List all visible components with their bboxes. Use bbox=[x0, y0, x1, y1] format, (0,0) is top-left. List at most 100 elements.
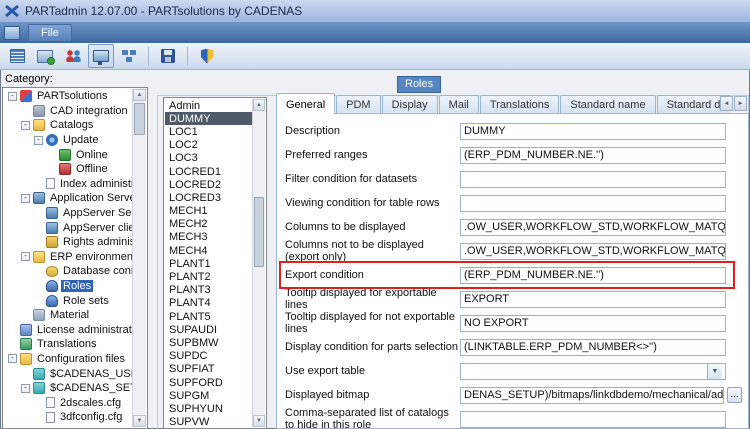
tooltip-displayed-for-not-exportable-lines-input[interactable]: NO EXPORT bbox=[460, 314, 726, 332]
tab-standard-designation[interactable]: Standard designation bbox=[656, 95, 730, 114]
collapse-expander-icon[interactable]: - bbox=[21, 120, 30, 130]
save-button[interactable] bbox=[155, 44, 181, 68]
toolbar bbox=[0, 43, 750, 70]
role-item-locred1[interactable]: LOCRED1 bbox=[165, 165, 252, 178]
tree-item-cad-integration[interactable]: CAD integration bbox=[4, 104, 132, 119]
scroll-up-button[interactable]: ▲ bbox=[133, 89, 146, 101]
tree-item-roles[interactable]: Roles bbox=[4, 279, 132, 294]
tree-item-translations[interactable]: Translations bbox=[4, 337, 132, 352]
role-item-supbmw[interactable]: SUPBMW bbox=[165, 336, 252, 349]
collapse-expander-icon[interactable]: - bbox=[8, 91, 17, 101]
viewing-condition-for-table-rows-input[interactable] bbox=[460, 194, 726, 212]
tree-item-online[interactable]: Online bbox=[4, 147, 132, 162]
use-export-table-input[interactable]: ▼ bbox=[460, 362, 726, 380]
transfer-button[interactable] bbox=[32, 44, 58, 68]
tab-pdm[interactable]: PDM bbox=[336, 95, 381, 114]
scroll-down-button[interactable]: ▼ bbox=[253, 415, 265, 427]
tree-item-catalogs[interactable]: - Catalogs bbox=[4, 118, 132, 133]
role-item-loc1[interactable]: LOC1 bbox=[165, 125, 252, 138]
tree-item-2dscales-cfg[interactable]: 2dscales.cfg bbox=[4, 395, 132, 410]
tree-item-index-administration[interactable]: Index administration bbox=[4, 177, 132, 192]
tree-item-appserver-client[interactable]: AppServer client bbox=[4, 220, 132, 235]
tree-item-erp-environment[interactable]: - ERP environment bbox=[4, 250, 132, 265]
filter-condition-for-datasets-input[interactable] bbox=[460, 170, 726, 188]
role-item-supfiat[interactable]: SUPFIAT bbox=[165, 363, 252, 376]
tree-item-offline[interactable]: Offline bbox=[4, 162, 132, 177]
collapse-expander-icon[interactable]: - bbox=[21, 193, 30, 203]
tree-item-license-administration[interactable]: License administration bbox=[4, 323, 132, 338]
collapse-expander-icon[interactable]: - bbox=[21, 383, 30, 393]
tab-display[interactable]: Display bbox=[381, 95, 438, 114]
scrollbar-thumb[interactable] bbox=[254, 197, 264, 267]
role-item-admin[interactable]: Admin bbox=[165, 99, 252, 112]
role-item-supvw[interactable]: SUPVW bbox=[165, 416, 252, 427]
display-condition-for-parts-selection-input[interactable]: (LINKTABLE.ERP_PDM_NUMBER<>'') bbox=[460, 338, 726, 356]
tree-scrollbar[interactable]: ▲ ▼ bbox=[132, 89, 146, 427]
description-input[interactable]: DUMMY bbox=[460, 122, 726, 140]
role-item-mech4[interactable]: MECH4 bbox=[165, 244, 252, 257]
role-item-loc2[interactable]: LOC2 bbox=[165, 139, 252, 152]
role-item-supford[interactable]: SUPFORD bbox=[165, 376, 252, 389]
role-item-plant2[interactable]: PLANT2 bbox=[165, 270, 252, 283]
form-row-preferred-ranges: Preferred ranges (ERP_PDM_NUMBER.NE.'') bbox=[277, 143, 748, 167]
tab-general[interactable]: General bbox=[276, 93, 336, 114]
catalog-stack-button[interactable] bbox=[4, 44, 30, 68]
browse-button[interactable]: ... bbox=[727, 387, 742, 403]
role-item-mech2[interactable]: MECH2 bbox=[165, 218, 252, 231]
tree-item-application-server[interactable]: - Application Server bbox=[4, 191, 132, 206]
tree-item-configuration-files[interactable]: - Configuration files bbox=[4, 352, 132, 367]
collapse-expander-icon[interactable]: - bbox=[21, 252, 30, 262]
comma-separated-list-of-catalogs-to-hide-in-this-role-input[interactable] bbox=[460, 410, 726, 428]
role-item-supdc[interactable]: SUPDC bbox=[165, 350, 252, 363]
role-item-mech3[interactable]: MECH3 bbox=[165, 231, 252, 244]
tree-item-partsolutions[interactable]: - PARTsolutions bbox=[4, 89, 132, 104]
role-item-plant3[interactable]: PLANT3 bbox=[165, 284, 252, 297]
role-item-suphyun[interactable]: SUPHYUN bbox=[165, 402, 252, 415]
tab-translations[interactable]: Translations bbox=[479, 95, 560, 114]
users-button[interactable] bbox=[60, 44, 86, 68]
tree-item-update[interactable]: - Update bbox=[4, 133, 132, 148]
tree-item-appserver-service[interactable]: AppServer Service bbox=[4, 206, 132, 221]
tree-item-database-connection[interactable]: Database connection bbox=[4, 264, 132, 279]
tree-item-cadenas-setup[interactable]: - $CADENAS_SETUP bbox=[4, 381, 132, 396]
shield-button[interactable] bbox=[194, 44, 220, 68]
tree-item-cadenas-user[interactable]: $CADENAS_USER bbox=[4, 366, 132, 381]
title-bar[interactable]: PARTadmin 12.07.00 - PARTsolutions by CA… bbox=[0, 0, 750, 22]
index-monitor-button[interactable] bbox=[88, 44, 114, 68]
role-item-dummy[interactable]: DUMMY bbox=[165, 112, 252, 126]
tree-item-role-sets[interactable]: Role sets bbox=[4, 293, 132, 308]
role-item-locred2[interactable]: LOCRED2 bbox=[165, 178, 252, 191]
role-item-plant1[interactable]: PLANT1 bbox=[165, 257, 252, 270]
tab-mail[interactable]: Mail bbox=[438, 95, 479, 114]
tree-item-rights-administration[interactable]: Rights administration bbox=[4, 235, 132, 250]
network-button[interactable] bbox=[116, 44, 142, 68]
scrollbar-thumb[interactable] bbox=[134, 103, 145, 135]
scroll-down-button[interactable]: ▼ bbox=[133, 415, 146, 427]
list-scrollbar[interactable]: ▲ ▼ bbox=[252, 99, 265, 427]
tab-standard-name[interactable]: Standard name bbox=[560, 95, 656, 114]
tooltip-displayed-for-exportable-lines-input[interactable]: EXPORT bbox=[460, 290, 726, 308]
columns-to-be-displayed-input[interactable]: .OW_USER,WORKFLOW_STD,WORKFLOW_MATQA,WOR… bbox=[460, 218, 726, 236]
export-condition-input[interactable]: (ERP_PDM_NUMBER.NE.'') bbox=[460, 266, 726, 284]
scroll-up-button[interactable]: ▲ bbox=[253, 99, 265, 111]
combo-arrow-icon[interactable]: ▼ bbox=[707, 363, 722, 379]
preferred-ranges-input[interactable]: (ERP_PDM_NUMBER.NE.'') bbox=[460, 146, 726, 164]
role-item-loc3[interactable]: LOC3 bbox=[165, 152, 252, 165]
role-item-locred3[interactable]: LOCRED3 bbox=[165, 191, 252, 204]
role-item-plant4[interactable]: PLANT4 bbox=[165, 297, 252, 310]
collapse-expander-icon[interactable]: - bbox=[34, 135, 43, 145]
collapse-expander-icon[interactable]: - bbox=[8, 354, 17, 364]
role-item-plant5[interactable]: PLANT5 bbox=[165, 310, 252, 323]
displayed-bitmap-input[interactable]: DENAS_SETUP)/bitmaps/linkdbdemo/mechanic… bbox=[460, 386, 724, 404]
tab-scroll-right-button[interactable]: ► bbox=[734, 96, 747, 111]
role-item-supgm[interactable]: SUPGM bbox=[165, 389, 252, 402]
role-item-supaudi[interactable]: SUPAUDI bbox=[165, 323, 252, 336]
menu-item-file[interactable]: File bbox=[28, 23, 72, 42]
tree-item-material[interactable]: Material bbox=[4, 308, 132, 323]
tab-scroll-left-button[interactable]: ◄ bbox=[720, 96, 733, 111]
role-item-mech1[interactable]: MECH1 bbox=[165, 205, 252, 218]
columns-not-to-be-displayed-export-only-input[interactable]: .OW_USER,WORKFLOW_STD,WORKFLOW_MATQA,WOR… bbox=[460, 242, 726, 260]
tree-item-3dfconfig-cfg[interactable]: 3dfconfig.cfg bbox=[4, 410, 132, 425]
